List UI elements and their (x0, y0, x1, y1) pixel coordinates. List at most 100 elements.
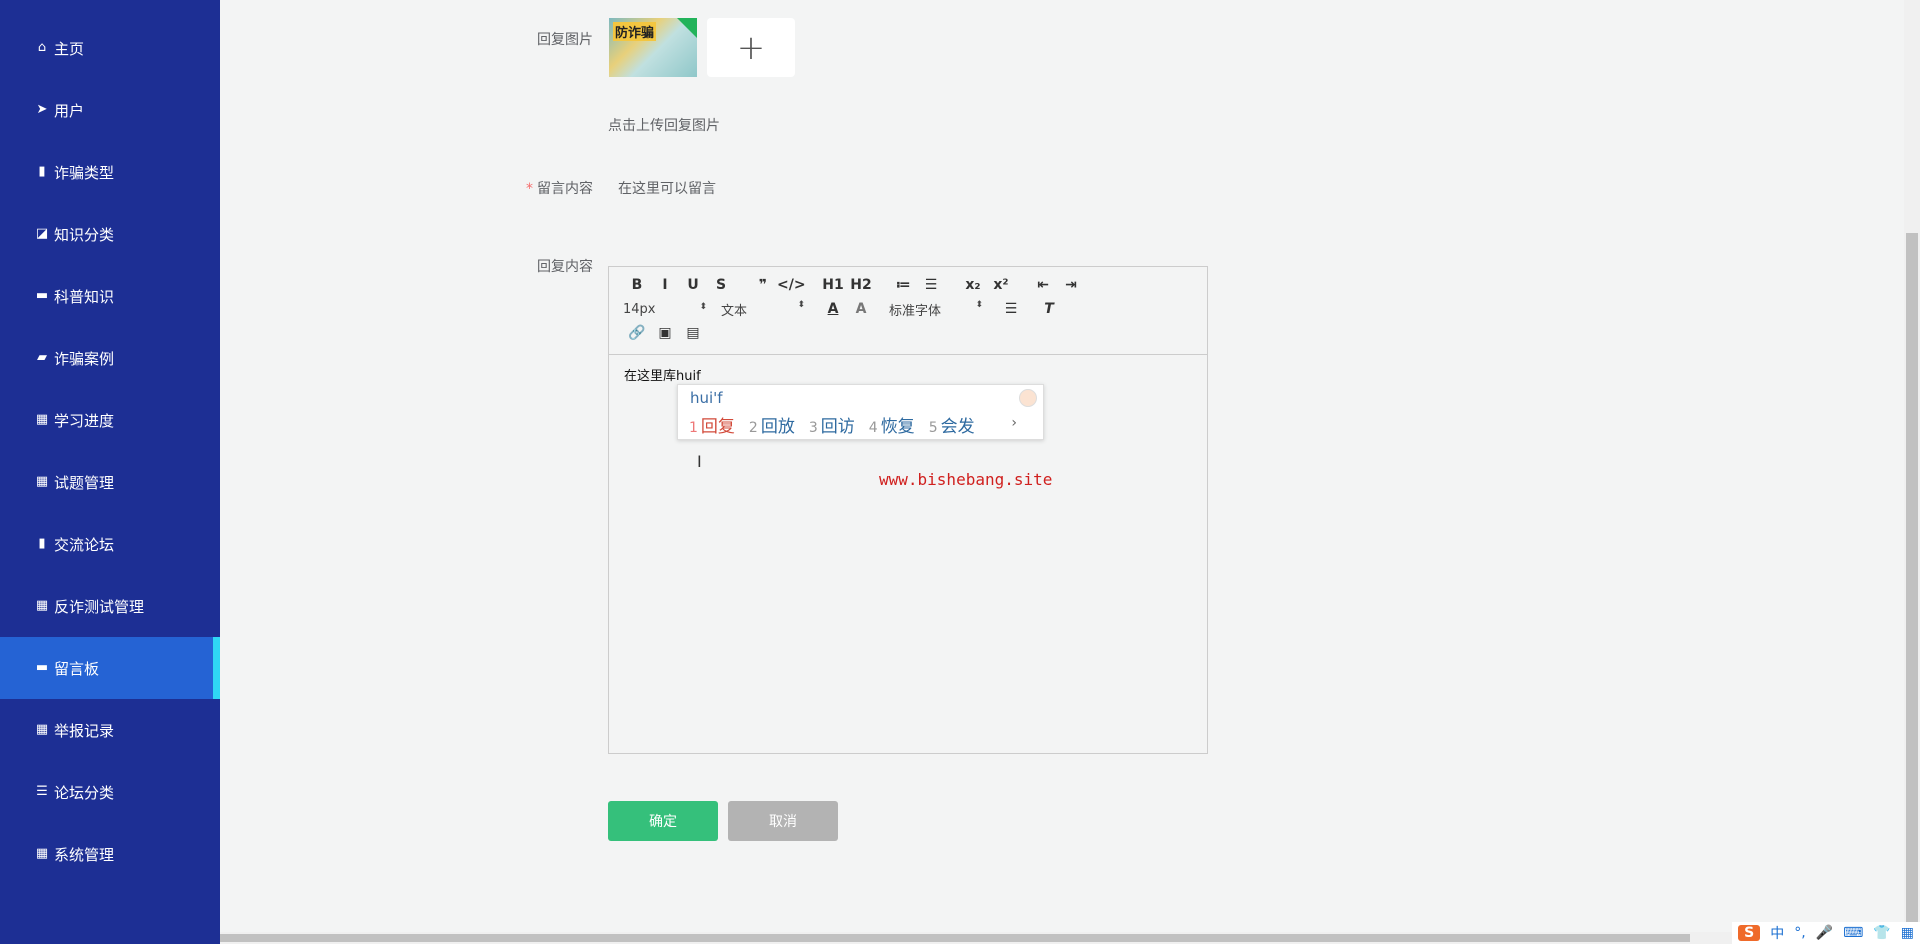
sidebar-item[interactable]: ▦ 试题管理 (0, 451, 220, 513)
message-icon: ▬ (35, 660, 49, 675)
superscript-icon[interactable]: x² (987, 277, 1015, 293)
reply-content-label: 回复内容 (537, 259, 593, 275)
vertical-scrollbar[interactable] (1904, 0, 1920, 932)
list-icon: ☰ (36, 784, 48, 799)
font-family-value: 标准字体 (889, 303, 942, 319)
blockquote-icon[interactable]: ❞ (749, 277, 777, 293)
code-icon[interactable]: </> (777, 277, 806, 293)
ime-candidate[interactable]: 4 恢复 (869, 412, 915, 437)
ime-candidate[interactable]: 5 会发 (929, 412, 975, 437)
block-type-value: 文本 (721, 303, 748, 319)
plus-icon: + (736, 27, 766, 68)
sidebar-item-label: 知识分类 (54, 225, 115, 244)
ime-candidate[interactable]: 2 回放 (749, 412, 795, 437)
ime-candidate[interactable]: 1 回复 (689, 412, 735, 437)
block-type-select[interactable]: 文本 ⬍ (721, 300, 805, 319)
clear-format-icon[interactable]: T (1035, 301, 1063, 317)
sidebar-item[interactable]: ▦ 系统管理 (0, 823, 220, 885)
upload-hint: 点击上传回复图片 (608, 118, 720, 134)
ordered-list-icon[interactable]: ≔ (889, 277, 917, 293)
clipboard-icon: ▮ (38, 164, 46, 179)
sidebar-item-label: 用户 (54, 101, 85, 120)
editor-toolbar: B I U S ❞ </> H1 H2 ≔ ☰ x₂ x² ⇤ ⇥ 14px ⬍ 文本 ⬍ A A 标准字体 ⬍… (609, 267, 1207, 355)
grid-icon: ▦ (35, 722, 49, 737)
reply-image-thumbnail[interactable]: 防诈骗 (609, 18, 697, 77)
thumbnail-corner (677, 18, 697, 38)
cancel-button[interactable]: 取消 (728, 801, 838, 841)
strikethrough-icon[interactable]: S (707, 277, 735, 293)
candidate-number: 3 (808, 420, 818, 436)
bold-icon[interactable]: B (623, 277, 651, 293)
sidebar-item-label: 留言板 (54, 659, 100, 678)
confirm-button[interactable]: 确定 (608, 801, 718, 841)
sidebar-item[interactable]: ▬ 科普知识 (0, 265, 220, 327)
font-color-icon[interactable]: A (819, 301, 847, 317)
bullet-list-icon[interactable]: ☰ (917, 277, 945, 293)
sidebar-item-label: 交流论坛 (54, 535, 115, 554)
subscript-icon[interactable]: x₂ (959, 277, 987, 293)
sidebar-item[interactable]: ▮ 交流论坛 (0, 513, 220, 575)
font-family-select[interactable]: 标准字体 ⬍ (889, 300, 983, 319)
link-icon[interactable]: 🔗 (623, 325, 651, 341)
ime-next-icon[interactable]: › (1011, 415, 1017, 431)
rich-text-editor: B I U S ❞ </> H1 H2 ≔ ☰ x₂ x² ⇤ ⇥ 14px ⬍ 文本 ⬍ A A 标准字体 ⬍… (608, 266, 1208, 754)
watermark: www.bishebang.site (879, 470, 1053, 489)
background-color-icon[interactable]: A (847, 301, 875, 317)
sidebar-item[interactable]: ➤ 用户 (0, 79, 220, 141)
upload-image-button[interactable]: + (707, 18, 795, 77)
grid-icon: ▦ (35, 412, 49, 427)
ime-composition: hui'f (690, 389, 723, 407)
sidebar-item-label: 系统管理 (54, 845, 115, 864)
toolbox-icon[interactable]: ▦ (1901, 925, 1914, 941)
sidebar-item[interactable]: ▮ 诈骗类型 (0, 141, 220, 203)
candidate-number: 2 (748, 420, 758, 436)
sidebar-item[interactable]: ▦ 学习进度 (0, 389, 220, 451)
image-icon[interactable]: ▣ (651, 325, 679, 341)
ticket-icon: ▬ (35, 288, 49, 303)
ime-toolbar: S 中 °, 🎤 ⌨ 👕 ▦ (1732, 922, 1920, 944)
sidebar-item-label: 反诈测试管理 (54, 597, 145, 616)
underline-icon[interactable]: U (679, 277, 707, 293)
candidate-number: 5 (928, 420, 938, 436)
select-arrow-icon: ⬍ (699, 301, 707, 312)
sidebar-item-label: 诈骗案例 (54, 349, 115, 368)
scrollbar-thumb[interactable] (1906, 233, 1918, 930)
briefcase-icon: ▰ (37, 350, 47, 365)
sidebar-item[interactable]: ◪ 知识分类 (0, 203, 220, 265)
select-arrow-icon: ⬍ (975, 299, 983, 310)
ime-mode[interactable]: 中 (1770, 923, 1784, 943)
sidebar-item[interactable]: ▰ 诈骗案例 (0, 327, 220, 389)
microphone-icon[interactable]: 🎤 (1816, 925, 1833, 941)
h1-icon[interactable]: H1 (819, 277, 847, 293)
ime-candidate-window: hui'f 1 回复 2 回放 3 回访 4 恢复 5 会发 › (677, 384, 1044, 440)
skin-icon[interactable]: 👕 (1873, 925, 1890, 941)
sidebar-item[interactable]: ▦ 举报记录 (0, 699, 220, 761)
sidebar-item[interactable]: ⌂ 主页 (0, 17, 220, 79)
keyboard-icon[interactable]: ⌨ (1843, 925, 1863, 941)
scrollbar-thumb[interactable] (220, 934, 1690, 942)
h2-icon[interactable]: H2 (847, 277, 875, 293)
candidate-word: 恢复 (880, 417, 915, 437)
font-size-value: 14px (623, 301, 656, 317)
outdent-icon[interactable]: ⇤ (1029, 277, 1057, 293)
select-arrow-icon: ⬍ (797, 299, 805, 310)
grid-icon: ▦ (35, 846, 49, 861)
italic-icon[interactable]: I (651, 277, 679, 293)
ime-candidate[interactable]: 3 回访 (809, 412, 855, 437)
sidebar-item[interactable]: ▦ 反诈测试管理 (0, 575, 220, 637)
horizontal-scrollbar[interactable] (220, 932, 1904, 944)
sidebar-item-label: 主页 (54, 39, 85, 58)
font-size-select[interactable]: 14px ⬍ (623, 302, 707, 317)
punctuation-mode[interactable]: °, (1794, 925, 1805, 941)
paper-plane-icon: ➤ (36, 102, 48, 117)
sidebar-item[interactable]: ▬ 留言板 (0, 637, 220, 699)
sidebar-item-label: 试题管理 (54, 473, 115, 492)
message-value: 在这里可以留言 (618, 181, 716, 197)
indent-icon[interactable]: ⇥ (1057, 277, 1085, 293)
sidebar-item[interactable]: ☰ 论坛分类 (0, 761, 220, 823)
video-icon[interactable]: ▤ (679, 325, 707, 341)
candidate-word: 回访 (820, 417, 855, 437)
align-icon[interactable]: ☰ (997, 301, 1025, 317)
sogou-logo-icon[interactable]: S (1738, 925, 1761, 941)
sidebar-item-label: 论坛分类 (54, 783, 115, 802)
